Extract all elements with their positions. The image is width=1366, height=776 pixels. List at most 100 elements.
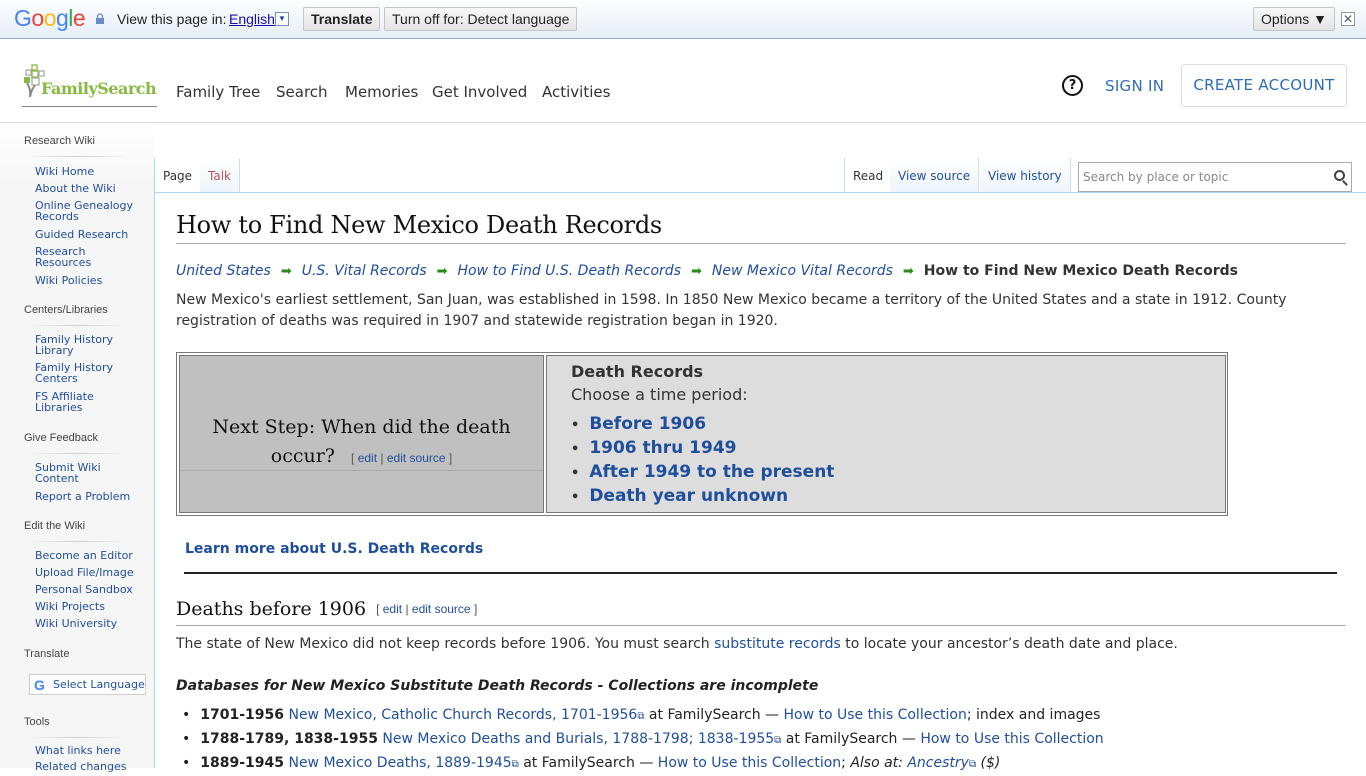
edit-link[interactable]: edit [383,602,402,616]
edit-source-link[interactable]: edit source [412,602,471,616]
db-text: at FamilySearch — [644,707,784,723]
list-item: 1889-1945 New Mexico Deaths, 1889-1945⧉ … [176,752,1104,776]
nav-activities[interactable]: Activities [542,83,610,101]
divider [30,453,126,454]
edit-links: [ edit | edit source ] [376,602,478,616]
sidebar-item-related-changes[interactable]: Related changes [35,761,145,772]
close-icon[interactable]: ✕ [1341,12,1355,26]
how-to-use-link[interactable]: How to Use this Collection [920,731,1103,747]
tab-divider [155,192,1366,193]
section-text: The state of New Mexico did not keep rec… [176,636,715,652]
choose-period-label: Choose a time period: [571,385,748,404]
tab-talk[interactable]: Talk [200,158,240,192]
death-records-title: Death Records [571,362,704,381]
nav-get-involved[interactable]: Get Involved [432,83,527,101]
sidebar-item-become-editor[interactable]: Become an Editor [35,550,145,561]
external-link-icon: ⧉ [968,759,977,770]
view-in-label: View this page in: [117,11,227,27]
search-icon[interactable] [1334,170,1345,181]
tab-view-source[interactable]: View source [890,158,980,192]
sidebar-group-title: Research Wiki [24,135,95,147]
select-language-label: Select Language [53,678,145,691]
substitute-records-link[interactable]: substitute records [714,636,841,652]
nav-search[interactable]: Search [276,83,328,101]
arrow-right-icon: ➡ [691,264,702,279]
sidebar-group-title: Centers/Libraries [24,304,108,316]
db-collection-link[interactable]: New Mexico Deaths and Burials, 1788-1798… [382,731,774,747]
period-link-1906-1949[interactable]: 1906 thru 1949 [589,438,736,458]
google-logo: Google [14,5,86,31]
turn-off-button[interactable]: Turn off for: Detect language [384,7,578,31]
lock-icon [96,13,104,24]
breadcrumb-link[interactable]: How to Find U.S. Death Records [458,263,681,279]
google-g-icon: G [34,677,45,693]
sidebar-item-submit-wiki-content[interactable]: Submit Wiki Content [35,462,105,484]
search-placeholder: Search by place or topic [1083,170,1229,184]
period-link-before-1906[interactable]: Before 1906 [589,414,706,434]
database-list: 1701-1956 New Mexico, Catholic Church Re… [176,704,1104,776]
ancestry-link[interactable]: Ancestry [907,755,969,771]
sidebar-item-personal-sandbox[interactable]: Personal Sandbox [35,584,145,595]
learn-more-link[interactable]: Learn more about U.S. Death Records [185,541,483,557]
sidebar-item-what-links-here[interactable]: What links here [35,745,145,756]
arrow-right-icon: ➡ [902,264,914,279]
sidebar-item-family-history-centers[interactable]: Family History Centers [35,362,115,384]
period-list: Before 1906 1906 thru 1949 After 1949 to… [571,413,834,509]
select-language-dropdown[interactable]: G Select Language [29,674,146,695]
nav-memories[interactable]: Memories [345,83,418,101]
help-icon[interactable]: ? [1062,75,1083,96]
tab-page[interactable]: Page [155,158,202,192]
sidebar-item-family-history-library[interactable]: Family History Library [35,334,115,356]
sidebar-item-research-resources[interactable]: Research Resources [35,246,105,268]
external-link-icon: ⧉ [511,759,519,770]
paid-indicator: ($) [976,755,1001,771]
sidebar-item-online-genealogy-records[interactable]: Online Genealogy Records [35,200,135,222]
db-collection-link[interactable]: New Mexico Deaths, 1889-1945 [288,755,511,771]
db-text: at FamilySearch — [518,755,658,771]
section-paragraph: The state of New Mexico did not keep rec… [176,636,1178,652]
edit-link[interactable]: edit [358,451,377,465]
divider [30,325,126,326]
sidebar-item-wiki-projects[interactable]: Wiki Projects [35,601,145,612]
sidebar-item-guided-research[interactable]: Guided Research [35,229,145,240]
arrow-right-icon: ➡ [436,264,448,279]
sidebar-item-wiki-policies[interactable]: Wiki Policies [35,275,145,286]
language-link[interactable]: English [229,11,275,27]
sign-in-link[interactable]: SIGN IN [1105,77,1164,95]
tab-read[interactable]: Read [844,158,893,192]
translate-button[interactable]: Translate [303,7,381,31]
sidebar-item-wiki-university[interactable]: Wiki University [35,618,145,629]
sidebar-item-wiki-home[interactable]: Wiki Home [35,166,145,177]
db-text: at FamilySearch — [781,731,921,747]
period-link-unknown[interactable]: Death year unknown [589,486,788,506]
next-step-cell: Next Step: When did the death occur? [ e… [179,355,544,513]
period-link-after-1949[interactable]: After 1949 to the present [589,462,834,482]
create-account-button[interactable]: CREATE ACCOUNT [1181,64,1347,107]
sidebar-item-about-wiki[interactable]: About the Wiki [35,183,145,194]
arrow-right-icon: ➡ [280,264,292,279]
sidebar-group-title: Give Feedback [24,432,98,444]
next-step-table: Next Step: When did the death occur? [ e… [176,352,1228,516]
breadcrumb-link[interactable]: United States [176,263,271,279]
how-to-use-link[interactable]: How to Use this Collection [658,755,841,771]
db-collection-link[interactable]: New Mexico, Catholic Church Records, 170… [288,707,637,723]
section-heading: Deaths before 1906 [ edit | edit source ] [176,598,1346,626]
sidebar-item-report-problem[interactable]: Report a Problem [35,491,145,502]
death-records-cell: Death Records Choose a time period: Befo… [546,355,1226,513]
language-dropdown-icon[interactable]: ▼ [275,12,289,26]
db-text: ; [841,755,851,771]
sidebar-item-upload-file[interactable]: Upload File/Image [35,567,145,578]
nav-family-tree[interactable]: Family Tree [176,83,260,101]
breadcrumb-link[interactable]: New Mexico Vital Records [712,263,893,279]
db-years: 1701-1956 [200,707,285,723]
wiki-search-input[interactable]: Search by place or topic [1078,162,1352,192]
sidebar-item-fs-affiliate-libraries[interactable]: FS Affiliate Libraries [35,391,105,413]
tab-view-history[interactable]: View history [980,158,1071,192]
translate-bar: Google View this page in: English ▼ Tran… [0,0,1366,39]
options-button[interactable]: Options ▼ [1253,7,1335,31]
sidebar-group-title: Edit the Wiki [24,520,86,532]
edit-source-link[interactable]: edit source [387,451,446,465]
breadcrumb-link[interactable]: U.S. Vital Records [302,263,427,279]
how-to-use-link[interactable]: How to Use this Collection [783,707,966,723]
familysearch-logo[interactable]: FamilySearch [22,64,157,107]
